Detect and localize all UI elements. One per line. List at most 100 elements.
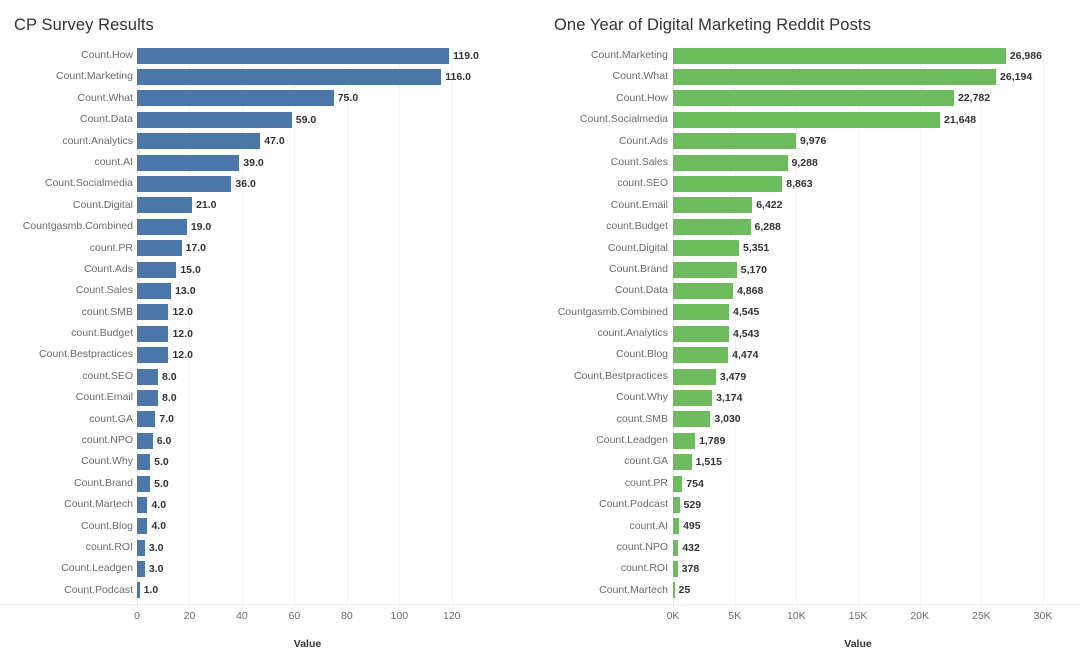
bar[interactable] <box>673 539 679 556</box>
bar[interactable] <box>673 347 729 364</box>
bar[interactable] <box>137 475 151 492</box>
bar[interactable] <box>137 304 169 321</box>
bar[interactable] <box>673 197 753 214</box>
bar-row[interactable]: Count.What 26,194 <box>540 66 1080 87</box>
bar-row[interactable]: count.Budget 6,288 <box>540 216 1080 237</box>
bar[interactable] <box>673 582 675 599</box>
bar[interactable] <box>137 325 169 342</box>
bar[interactable] <box>673 154 788 171</box>
bar[interactable] <box>137 240 182 257</box>
bar[interactable] <box>673 561 678 578</box>
bar-row[interactable]: Count.Email 6,422 <box>540 195 1080 216</box>
bar-row[interactable]: count.NPO 432 <box>540 537 1080 558</box>
bar-row[interactable]: count.SMB 12.0 <box>0 302 540 323</box>
bar-row[interactable]: count.ROI 378 <box>540 558 1080 579</box>
bar-row[interactable]: count.Budget 12.0 <box>0 323 540 344</box>
bar[interactable] <box>673 240 739 257</box>
bar[interactable] <box>673 111 940 128</box>
bar-row[interactable]: Count.Brand 5,170 <box>540 259 1080 280</box>
bar-row[interactable]: Count.Data 4,868 <box>540 280 1080 301</box>
bar-row[interactable]: Count.Martech 4.0 <box>0 494 540 515</box>
bar[interactable] <box>137 47 450 64</box>
bar[interactable] <box>137 518 148 535</box>
bar[interactable] <box>673 304 730 321</box>
bar-row[interactable]: Count.How 22,782 <box>540 88 1080 109</box>
bar-row[interactable]: count.Analytics 4,543 <box>540 323 1080 344</box>
bar[interactable] <box>137 90 334 107</box>
bar-row[interactable]: Count.Martech 25 <box>540 580 1080 601</box>
bar[interactable] <box>673 282 734 299</box>
bar[interactable] <box>673 69 997 86</box>
bar-row[interactable]: count.PR 17.0 <box>0 238 540 259</box>
bar[interactable] <box>137 218 187 235</box>
bar-row[interactable]: Count.Podcast 529 <box>540 494 1080 515</box>
bar-row[interactable]: count.NPO 6.0 <box>0 430 540 451</box>
bar-row[interactable]: count.ROI 3.0 <box>0 537 540 558</box>
bar[interactable] <box>137 347 169 364</box>
bar-row[interactable]: Count.Blog 4.0 <box>0 516 540 537</box>
bar[interactable] <box>137 496 148 513</box>
bar[interactable] <box>673 518 680 535</box>
bar[interactable] <box>137 176 232 193</box>
bar[interactable] <box>137 539 145 556</box>
bar-row[interactable]: Count.Marketing 116.0 <box>0 66 540 87</box>
bar[interactable] <box>137 111 292 128</box>
bar[interactable] <box>137 432 153 449</box>
bar-row[interactable]: Count.Sales 13.0 <box>0 280 540 301</box>
bar-row[interactable]: Count.Email 8.0 <box>0 387 540 408</box>
bar[interactable] <box>673 432 696 449</box>
bar-row[interactable]: Count.Leadgen 1,789 <box>540 430 1080 451</box>
bar-row[interactable]: count.SMB 3,030 <box>540 409 1080 430</box>
bar[interactable] <box>673 368 716 385</box>
bar-row[interactable]: Count.Podcast 1.0 <box>0 580 540 601</box>
bar-row[interactable]: Count.Digital 5,351 <box>540 238 1080 259</box>
bar[interactable] <box>137 154 240 171</box>
bar-row[interactable]: Count.Why 3,174 <box>540 387 1080 408</box>
bar[interactable] <box>137 389 158 406</box>
bar-row[interactable]: Count.How 119.0 <box>0 45 540 66</box>
bar-row[interactable]: count.AI 495 <box>540 516 1080 537</box>
bar[interactable] <box>137 197 193 214</box>
bar-row[interactable]: count.GA 7.0 <box>0 409 540 430</box>
bar-row[interactable]: Count.Socialmedia 36.0 <box>0 173 540 194</box>
bar-row[interactable]: count.SEO 8.0 <box>0 366 540 387</box>
bar[interactable] <box>137 368 158 385</box>
bar-row[interactable]: Count.Leadgen 3.0 <box>0 558 540 579</box>
bar-row[interactable]: Count.Brand 5.0 <box>0 473 540 494</box>
bar-row[interactable]: Count.Sales 9,288 <box>540 152 1080 173</box>
bar[interactable] <box>137 69 442 86</box>
bar-row[interactable]: Countgasmb.Combined 4,545 <box>540 302 1080 323</box>
bar[interactable] <box>673 475 683 492</box>
bar-row[interactable]: Count.Data 59.0 <box>0 109 540 130</box>
bar-row[interactable]: Count.What 75.0 <box>0 88 540 109</box>
bar-row[interactable]: Count.Digital 21.0 <box>0 195 540 216</box>
bar[interactable] <box>673 325 730 342</box>
bar[interactable] <box>137 582 140 599</box>
bar[interactable] <box>673 261 737 278</box>
bar-row[interactable]: Count.Bestpractices 12.0 <box>0 344 540 365</box>
bar[interactable] <box>137 454 151 471</box>
bar-row[interactable]: Count.Why 5.0 <box>0 451 540 472</box>
bar-row[interactable]: Count.Bestpractices 3,479 <box>540 366 1080 387</box>
bar[interactable] <box>137 282 172 299</box>
bar-row[interactable]: Count.Marketing 26,986 <box>540 45 1080 66</box>
bar[interactable] <box>137 561 145 578</box>
bar[interactable] <box>673 496 680 513</box>
bar-row[interactable]: count.GA 1,515 <box>540 451 1080 472</box>
bar[interactable] <box>673 389 713 406</box>
bar[interactable] <box>673 176 783 193</box>
bar-row[interactable]: count.AI 39.0 <box>0 152 540 173</box>
bar[interactable] <box>673 411 711 428</box>
bar[interactable] <box>673 47 1006 64</box>
bar[interactable] <box>137 261 177 278</box>
bar-row[interactable]: count.PR 754 <box>540 473 1080 494</box>
bar[interactable] <box>137 411 156 428</box>
bar-row[interactable]: Count.Blog 4,474 <box>540 344 1080 365</box>
bar-row[interactable]: count.SEO 8,863 <box>540 173 1080 194</box>
bar[interactable] <box>673 133 797 150</box>
bar-row[interactable]: Count.Ads 15.0 <box>0 259 540 280</box>
bar-row[interactable]: Countgasmb.Combined 19.0 <box>0 216 540 237</box>
bar[interactable] <box>673 218 751 235</box>
bar[interactable] <box>137 133 261 150</box>
bar[interactable] <box>673 90 954 107</box>
